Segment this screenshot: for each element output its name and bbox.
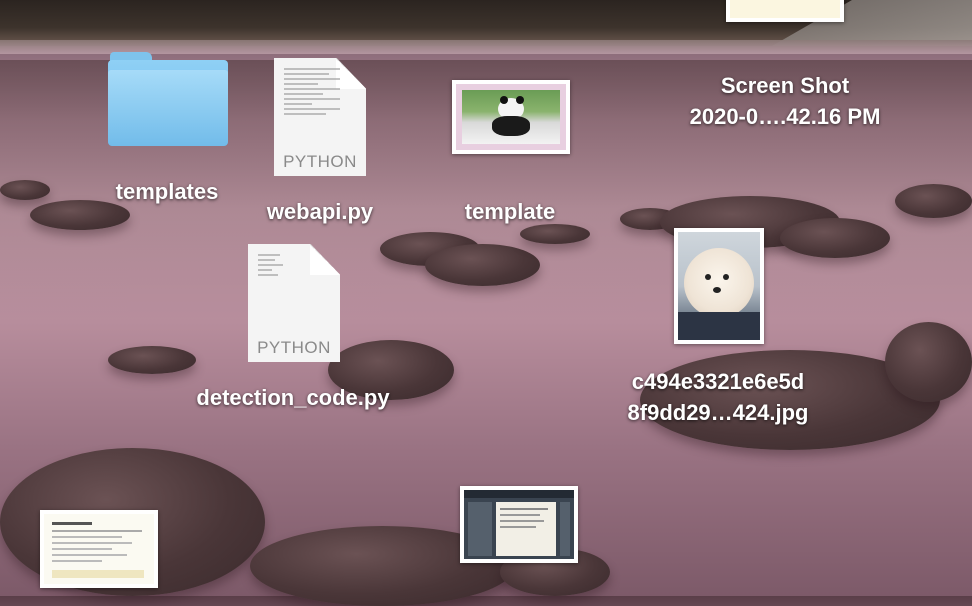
desktop-item-label-line1: Screen Shot <box>720 73 850 98</box>
python-file-icon: PYTHON <box>248 244 340 362</box>
screenshot-thumbnail <box>726 0 844 22</box>
folder-icon <box>108 52 228 147</box>
desktop-item-label-line2: 8f9dd29…424.jpg <box>627 400 809 425</box>
desktop-item-detection-code-py[interactable]: PYTHON detection_code.py <box>170 242 416 418</box>
desktop-item-screenshot-bottom-left[interactable] <box>40 510 160 590</box>
rock <box>895 184 972 218</box>
dog-photo <box>678 232 760 340</box>
screenshot-thumbnail <box>40 510 158 588</box>
screenshot-thumbnail <box>460 486 578 563</box>
file-type-label: PYTHON <box>283 152 357 171</box>
desktop-item-templates[interactable]: templates <box>100 50 234 210</box>
desktop-item-template[interactable]: template <box>440 78 580 228</box>
desktop-item-label: webapi.py <box>266 199 374 224</box>
desktop-item-webapi-py[interactable]: PYTHON webapi.py <box>250 56 390 232</box>
desktop-item-label-line1: c494e3321e6e5d <box>631 369 805 394</box>
desktop-item-label: template <box>464 199 556 224</box>
desktop-item-dog-jpg[interactable]: c494e3321e6e5d 8f9dd29…424.jpg <box>600 228 836 432</box>
desktop-item-label-line2: 2020-0….42.16 PM <box>689 104 881 129</box>
python-file-icon: PYTHON <box>274 58 366 176</box>
desktop-item-label: detection_code.py <box>196 385 390 410</box>
file-type-label: PYTHON <box>257 338 331 357</box>
desktop-item-label: templates <box>115 179 219 204</box>
image-thumbnail <box>674 228 764 344</box>
image-thumbnail <box>452 80 570 154</box>
rock <box>885 322 972 402</box>
desktop-item-screen-shot[interactable]: Screen Shot 2020-0….42.16 PM <box>660 0 910 134</box>
rock <box>0 180 50 200</box>
rock <box>425 244 540 286</box>
panda-photo <box>462 90 560 144</box>
desktop-item-screenshot-bottom-middle[interactable] <box>460 486 580 566</box>
